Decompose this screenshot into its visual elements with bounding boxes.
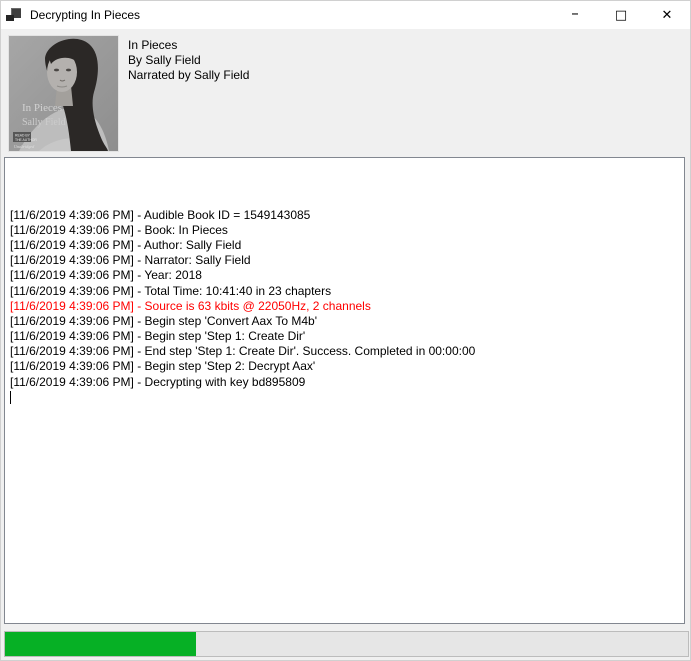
- book-info: In Pieces By Sally Field Narrated by Sal…: [128, 38, 249, 83]
- log-line: [11/6/2019 4:39:06 PM] - Source is 63 kb…: [10, 299, 679, 314]
- caption-buttons: – □ ✕: [552, 1, 690, 29]
- cover-title-text: In Pieces: [22, 102, 62, 114]
- maximize-icon: □: [615, 8, 627, 23]
- log-empty-line: [10, 390, 679, 405]
- log-line: [11/6/2019 4:39:06 PM] - Begin step 'Ste…: [10, 329, 679, 344]
- minimize-icon: –: [571, 4, 579, 22]
- titlebar: Decrypting In Pieces – □ ✕: [1, 1, 690, 29]
- log-line: [11/6/2019 4:39:06 PM] - Audible Book ID…: [10, 208, 679, 223]
- log-line: [11/6/2019 4:39:06 PM] - End step 'Step …: [10, 344, 679, 359]
- app-icon-square-small: [6, 15, 14, 21]
- close-icon: ✕: [662, 8, 673, 23]
- window-title: Decrypting In Pieces: [30, 8, 140, 22]
- book-title: In Pieces: [128, 38, 249, 53]
- log-line: [11/6/2019 4:39:06 PM] - Total Time: 10:…: [10, 284, 679, 299]
- maximize-button[interactable]: □: [598, 1, 644, 29]
- cover-author-text: Sally Field: [22, 117, 66, 128]
- app-window: Decrypting In Pieces – □ ✕: [0, 0, 691, 661]
- log-line: [11/6/2019 4:39:06 PM] - Book: In Pieces: [10, 223, 679, 238]
- log-line: [11/6/2019 4:39:06 PM] - Decrypting with…: [10, 375, 679, 390]
- minimize-button[interactable]: –: [552, 1, 598, 29]
- book-narrator: Narrated by Sally Field: [128, 68, 249, 83]
- cover-edition-text: Unabridged: [14, 144, 35, 149]
- progress-bar: [4, 631, 689, 657]
- log-line: [11/6/2019 4:39:06 PM] - Begin step 'Ste…: [10, 359, 679, 374]
- log-line: [11/6/2019 4:39:06 PM] - Author: Sally F…: [10, 238, 679, 253]
- log-line: [11/6/2019 4:39:06 PM] - Year: 2018: [10, 268, 679, 283]
- text-caret: [10, 391, 11, 404]
- book-cover-image: In Pieces Sally Field READ BY THE AUTHOR…: [9, 36, 118, 151]
- log-line: [11/6/2019 4:39:06 PM] - Begin step 'Con…: [10, 314, 679, 329]
- cover-readby-line2: THE AUTHOR: [15, 138, 37, 142]
- book-cover: In Pieces Sally Field READ BY THE AUTHOR…: [9, 36, 118, 151]
- close-button[interactable]: ✕: [644, 1, 690, 29]
- app-icon: [6, 7, 22, 23]
- progress-fill: [5, 632, 196, 656]
- book-author: By Sally Field: [128, 53, 249, 68]
- log-textbox[interactable]: [11/6/2019 4:39:06 PM] - Audible Book ID…: [4, 157, 685, 624]
- log-line: [11/6/2019 4:39:06 PM] - Narrator: Sally…: [10, 253, 679, 268]
